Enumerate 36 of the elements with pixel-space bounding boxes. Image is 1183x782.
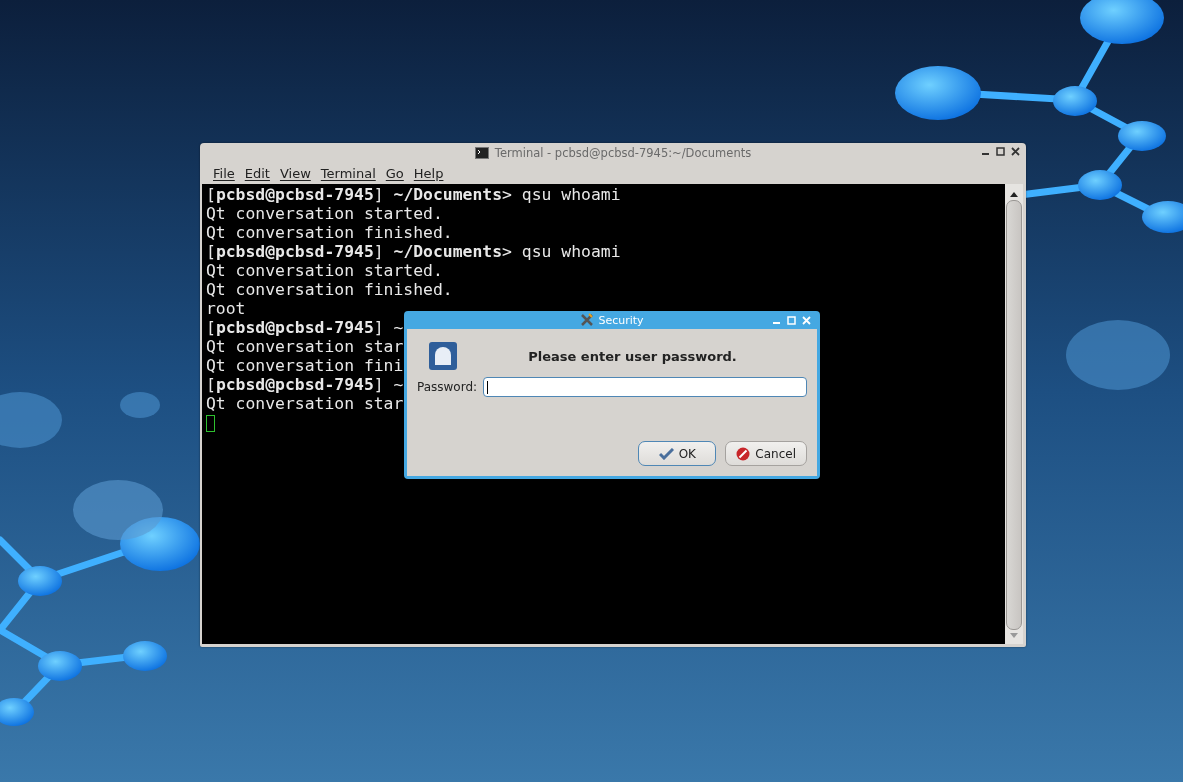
- maximize-icon[interactable]: [996, 147, 1005, 156]
- menu-item[interactable]: Go: [380, 165, 409, 181]
- lock-icon: [428, 341, 458, 371]
- cancel-icon: [736, 446, 751, 461]
- terminal-line: Qt conversation star: [206, 337, 404, 356]
- ok-button[interactable]: OK: [638, 441, 717, 466]
- terminal-line: Qt conversation fini: [206, 356, 404, 375]
- cancel-button[interactable]: Cancel: [725, 441, 807, 466]
- scroll-up-icon[interactable]: [1009, 190, 1019, 198]
- close-icon[interactable]: [1011, 147, 1020, 156]
- menu-item[interactable]: View: [274, 165, 316, 181]
- terminal-line: Qt conversation started.: [206, 261, 443, 280]
- terminal-line: Qt conversation finished.: [206, 223, 453, 242]
- text-cursor: [206, 415, 215, 432]
- menu-item[interactable]: Edit: [239, 165, 275, 181]
- window-title: Terminal - pcbsd@pcbsd-7945:~/Documents: [494, 145, 752, 160]
- scroll-down-icon[interactable]: [1009, 632, 1019, 640]
- terminal-line: Qt conversation finished.: [206, 280, 453, 299]
- terminal-line: [pcbsd@pcbsd-7945] ~: [206, 318, 404, 337]
- scrollbar-thumb[interactable]: [1006, 200, 1022, 630]
- menu-item[interactable]: Help: [408, 165, 449, 181]
- terminal-line: [pcbsd@pcbsd-7945] ~/Documents> qsu whoami: [206, 242, 621, 261]
- field-label: Password:: [417, 380, 478, 394]
- terminal-icon: [474, 146, 489, 159]
- terminal-line: Qt conversation star: [206, 394, 404, 413]
- menu-item[interactable]: Terminal: [315, 165, 381, 181]
- menu-item[interactable]: File: [208, 165, 240, 181]
- dialog-message: Please enter user password.: [527, 348, 738, 364]
- terminal-line: [pcbsd@pcbsd-7945] ~: [206, 375, 404, 394]
- tools-icon: [580, 313, 595, 327]
- terminal-line: Qt conversation started.: [206, 204, 443, 223]
- check-icon: [658, 447, 674, 460]
- terminal-line: root: [206, 299, 246, 318]
- password-field[interactable]: [483, 377, 807, 397]
- dialog-title: Security: [598, 313, 644, 327]
- terminal-line: [pcbsd@pcbsd-7945] ~/Documents> qsu whoami: [206, 185, 621, 204]
